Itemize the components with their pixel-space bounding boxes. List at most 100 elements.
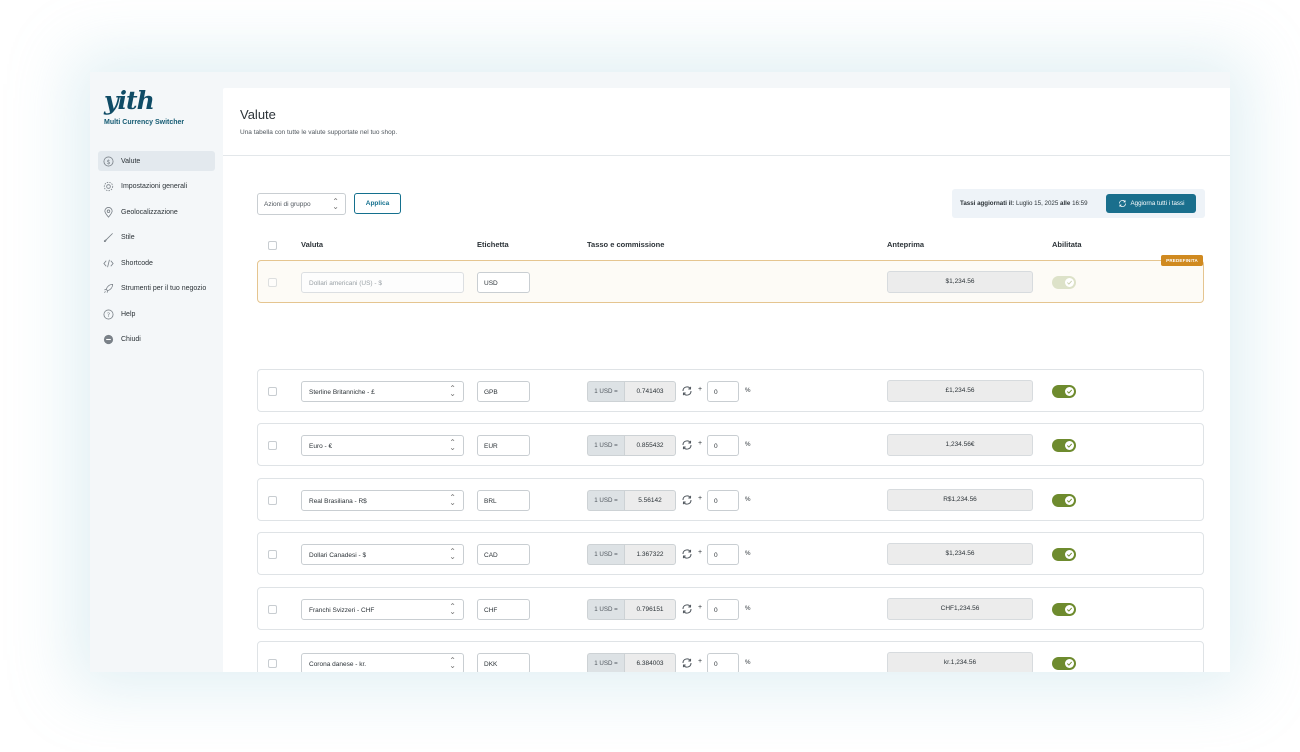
currency-select[interactable]: Franchi Svizzeri - CHF ⌃ ⌄ <box>301 599 464 620</box>
currency-select[interactable]: Real Brasiliana - R$ ⌃ ⌄ <box>301 490 464 511</box>
column-header-anteprima[interactable]: Anteprima <box>887 240 924 249</box>
row-checkbox[interactable] <box>268 550 277 559</box>
enabled-toggle[interactable] <box>1052 385 1076 398</box>
label-input[interactable]: CHF <box>477 599 530 620</box>
label-input[interactable]: CAD <box>477 544 530 565</box>
sidebar-item-label: Help <box>121 310 136 318</box>
enabled-toggle[interactable] <box>1052 657 1076 670</box>
plus-sign: + <box>698 495 703 502</box>
enabled-toggle[interactable] <box>1052 548 1076 561</box>
preview-value: R$1,234.56 <box>887 489 1033 511</box>
label-input[interactable]: EUR <box>477 435 530 456</box>
toggle-knob <box>1065 659 1074 668</box>
refresh-icon <box>1118 200 1126 207</box>
table-row: Dollari Canadesi - $ ⌃ ⌄ CAD 1 USD = 1.367322… <box>257 532 1204 575</box>
yith-logo: yith <box>104 86 155 115</box>
exchange-rate-input[interactable]: 1.367322 <box>624 544 676 565</box>
sidebar-item-impostazioni[interactable]: Impostazioni generali <box>98 177 215 197</box>
table-row: Real Brasiliana - R$ ⌃ ⌄ BRL 1 USD = 5.56142 +… <box>257 478 1204 521</box>
currency-select[interactable]: Corona danese - kr. ⌃ ⌄ <box>301 653 464 672</box>
rates-updated-text: Tassi aggiornati il: Luglio 15, 2025 all… <box>960 200 1088 207</box>
refresh-rate-icon[interactable] <box>681 548 693 560</box>
currency-select[interactable]: Sterline Britanniche - £ ⌃ ⌄ <box>301 381 464 402</box>
preview-value: $1,234.56 <box>887 543 1033 565</box>
apply-button[interactable]: Applica <box>354 193 401 214</box>
currency-select[interactable]: Dollari Canadesi - $ ⌃ ⌄ <box>301 544 464 565</box>
refresh-rate-icon[interactable] <box>681 385 693 397</box>
label-input[interactable]: GPB <box>477 381 530 402</box>
select-all-checkbox[interactable] <box>268 241 277 250</box>
label-input[interactable]: BRL <box>477 490 530 511</box>
currency-select[interactable]: Dollari americani (US) - $ <box>301 272 464 293</box>
column-header-etichetta[interactable]: Etichetta <box>477 240 509 249</box>
exchange-rate-input[interactable]: 0.741403 <box>624 381 676 402</box>
sidebar-item-strumenti[interactable]: Strumenti per il tuo negozio <box>98 279 215 299</box>
sidebar-item-shortcode[interactable]: Shortcode <box>98 253 215 273</box>
rate-prefix: 1 USD = <box>587 490 624 511</box>
brush-icon <box>103 233 113 243</box>
sidebar-item-help[interactable]: ? Help <box>98 304 215 324</box>
check-icon <box>1066 443 1073 448</box>
currency-select[interactable]: Euro - € ⌃ ⌄ <box>301 435 464 456</box>
refresh-rate-icon[interactable] <box>681 657 693 669</box>
sidebar-item-stile[interactable]: Stile <box>98 228 215 248</box>
currency-select-value: Franchi Svizzeri - CHF <box>309 606 375 614</box>
enabled-toggle[interactable] <box>1052 494 1076 507</box>
currency-select-value: Euro - € <box>309 442 333 450</box>
preview-value: 1,234.56€ <box>887 434 1033 456</box>
update-all-label: Aggiorna tutti i tassi <box>1130 200 1185 207</box>
refresh-rate-icon[interactable] <box>681 494 693 506</box>
row-checkbox[interactable] <box>268 605 277 614</box>
commission-input[interactable]: 0 <box>707 490 739 511</box>
enabled-toggle[interactable] <box>1052 603 1076 616</box>
exchange-rate-input[interactable]: 0.855432 <box>624 435 676 456</box>
column-header-valuta[interactable]: Valuta <box>301 240 323 249</box>
rate-prefix: 1 USD = <box>587 435 624 456</box>
row-checkbox[interactable] <box>268 441 277 450</box>
sidebar-item-label: Shortcode <box>121 259 153 267</box>
refresh-rate-icon[interactable] <box>681 603 693 615</box>
sidebar: yith Multi Currency Switcher $ Valute Im… <box>90 72 224 672</box>
sidebar-item-label: Stile <box>121 234 135 241</box>
refresh-rate-icon[interactable] <box>681 439 693 451</box>
row-checkbox[interactable] <box>268 659 277 668</box>
sidebar-item-geolocalizzazione[interactable]: Geolocalizzazione <box>98 202 215 222</box>
commission-input[interactable]: 0 <box>707 599 739 620</box>
commission-input[interactable]: 0 <box>707 381 739 402</box>
commission-input[interactable]: 0 <box>707 544 739 565</box>
toggle-knob <box>1065 278 1074 287</box>
column-header-tasso[interactable]: Tasso e commissione <box>587 240 664 249</box>
row-checkbox[interactable] <box>268 278 277 287</box>
label-input[interactable]: USD <box>477 272 530 293</box>
page-subtitle: Una tabella con tutte le valute supporta… <box>240 129 398 136</box>
select-arrows-icon: ⌃ ⌄ <box>449 438 456 452</box>
plus-sign: + <box>698 658 703 665</box>
toggle-knob <box>1065 387 1074 396</box>
enabled-toggle[interactable] <box>1052 439 1076 452</box>
currency-select-value: Corona danese - kr. <box>309 660 367 668</box>
percent-sign: % <box>745 441 751 448</box>
sidebar-item-valute[interactable]: $ Valute <box>98 151 215 171</box>
sidebar-item-chiudi[interactable]: Chiudi <box>98 330 215 350</box>
select-arrows-icon: ⌃ ⌄ <box>449 547 456 561</box>
exchange-rate-input[interactable]: 5.56142 <box>624 490 676 511</box>
default-badge: PREDEFINITA <box>1161 255 1203 266</box>
sidebar-item-label: Chiudi <box>121 336 141 343</box>
row-checkbox[interactable] <box>268 496 277 505</box>
bulk-actions-select[interactable]: Azioni di gruppo ⌃ ⌄ <box>257 193 346 215</box>
label-input[interactable]: DKK <box>477 653 530 672</box>
percent-sign: % <box>745 387 751 394</box>
enabled-toggle <box>1052 276 1076 289</box>
table-row: Sterline Britanniche - £ ⌃ ⌄ GPB 1 USD = 0.74… <box>257 369 1204 412</box>
update-all-rates-button[interactable]: Aggiorna tutti i tassi <box>1106 194 1196 213</box>
rates-updated-date: Luglio 15, 2025 <box>1015 200 1059 207</box>
commission-input[interactable]: 0 <box>707 653 739 672</box>
exchange-rate-input[interactable]: 6.384003 <box>624 653 676 672</box>
row-checkbox[interactable] <box>268 387 277 396</box>
exchange-rate-input[interactable]: 0.796151 <box>624 599 676 620</box>
rate-prefix: 1 USD = <box>587 381 624 402</box>
commission-input[interactable]: 0 <box>707 435 739 456</box>
select-arrows-icon: ⌃ ⌄ <box>449 493 456 507</box>
plugin-name: Multi Currency Switcher <box>104 119 185 126</box>
column-header-abilitata[interactable]: Abilitata <box>1052 240 1082 249</box>
